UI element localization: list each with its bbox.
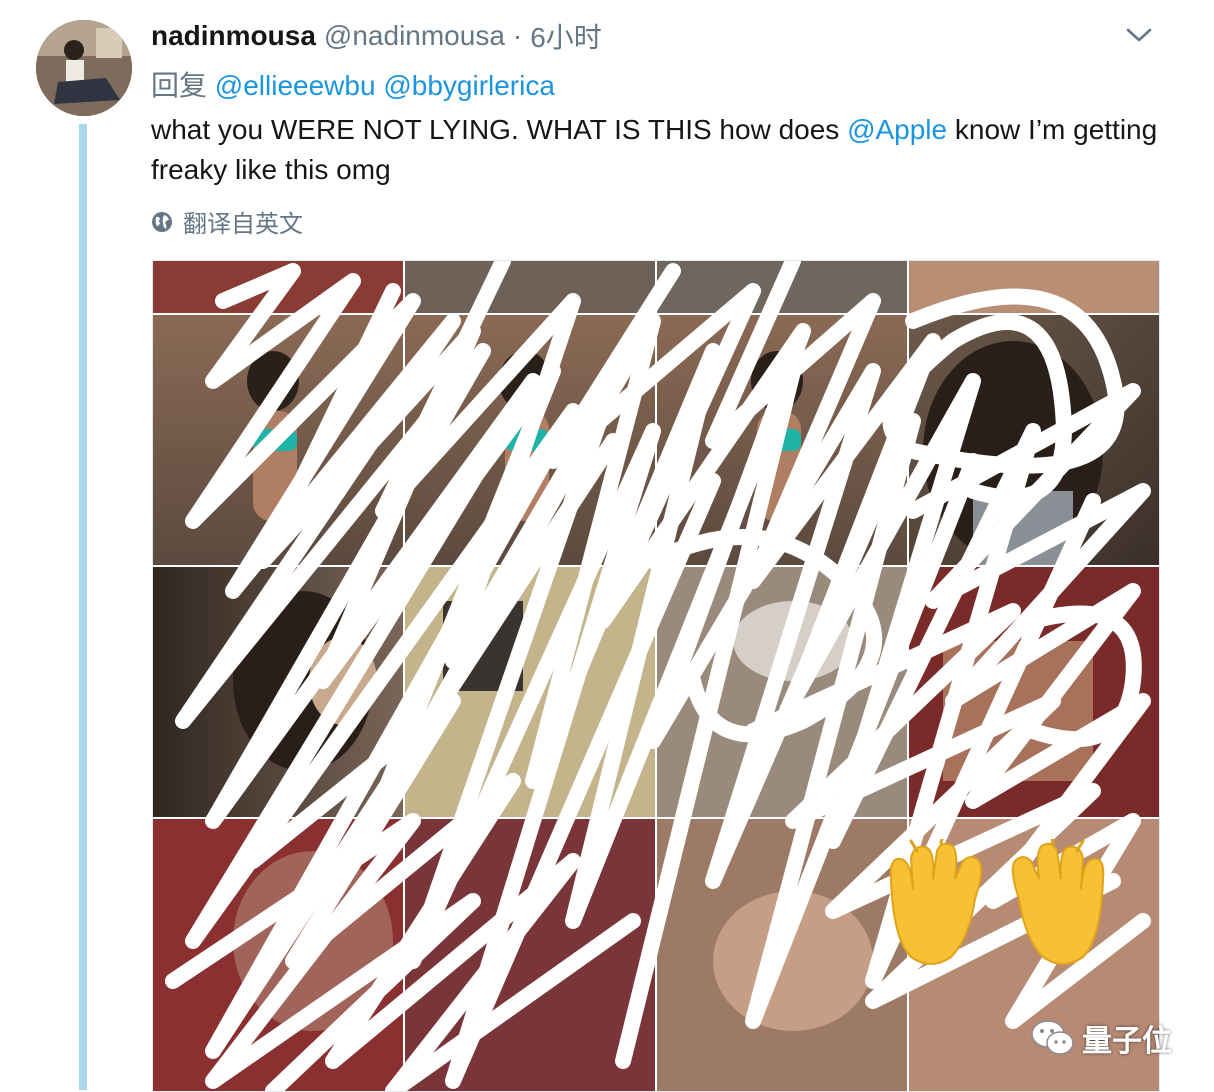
reply-prefix: 回复	[151, 70, 208, 101]
display-name[interactable]: nadinmousa	[151, 20, 316, 52]
translate-label: 翻译自英文	[183, 211, 303, 238]
watermark: 量子位	[1030, 1016, 1172, 1060]
reply-context: 回复 @ellieeewbu @bbygirlerica	[151, 64, 555, 104]
reply-mention-1[interactable]: @ellieeewbu	[215, 70, 376, 101]
avatar[interactable]	[36, 20, 132, 116]
reply-mention-2[interactable]: @bbygirlerica	[383, 70, 555, 101]
raised-hands-emoji	[889, 839, 1105, 965]
globe-icon	[152, 211, 172, 232]
tweet-menu-button[interactable]	[1124, 22, 1154, 48]
tweet-text-part: what you WERE NOT LYING. WHAT IS THIS ho…	[151, 114, 848, 145]
chevron-down-icon	[1126, 28, 1152, 42]
tweet-header: nadinmousa @nadinmousa · 6小时	[151, 16, 602, 56]
apple-mention[interactable]: @Apple	[847, 114, 947, 145]
tweet-media[interactable]	[152, 260, 1160, 1092]
avatar-photo	[36, 20, 132, 116]
watermark-text: 量子位	[1082, 1025, 1172, 1058]
wechat-icon	[1031, 1020, 1074, 1055]
timestamp[interactable]: 6小时	[530, 16, 602, 56]
user-handle[interactable]: @nadinmousa	[324, 20, 505, 52]
separator-dot: ·	[512, 20, 523, 51]
translate-link[interactable]: 翻译自英文	[151, 204, 303, 239]
tweet-text: what you WERE NOT LYING. WHAT IS THIS ho…	[151, 110, 1171, 190]
thread-line	[79, 124, 87, 1090]
